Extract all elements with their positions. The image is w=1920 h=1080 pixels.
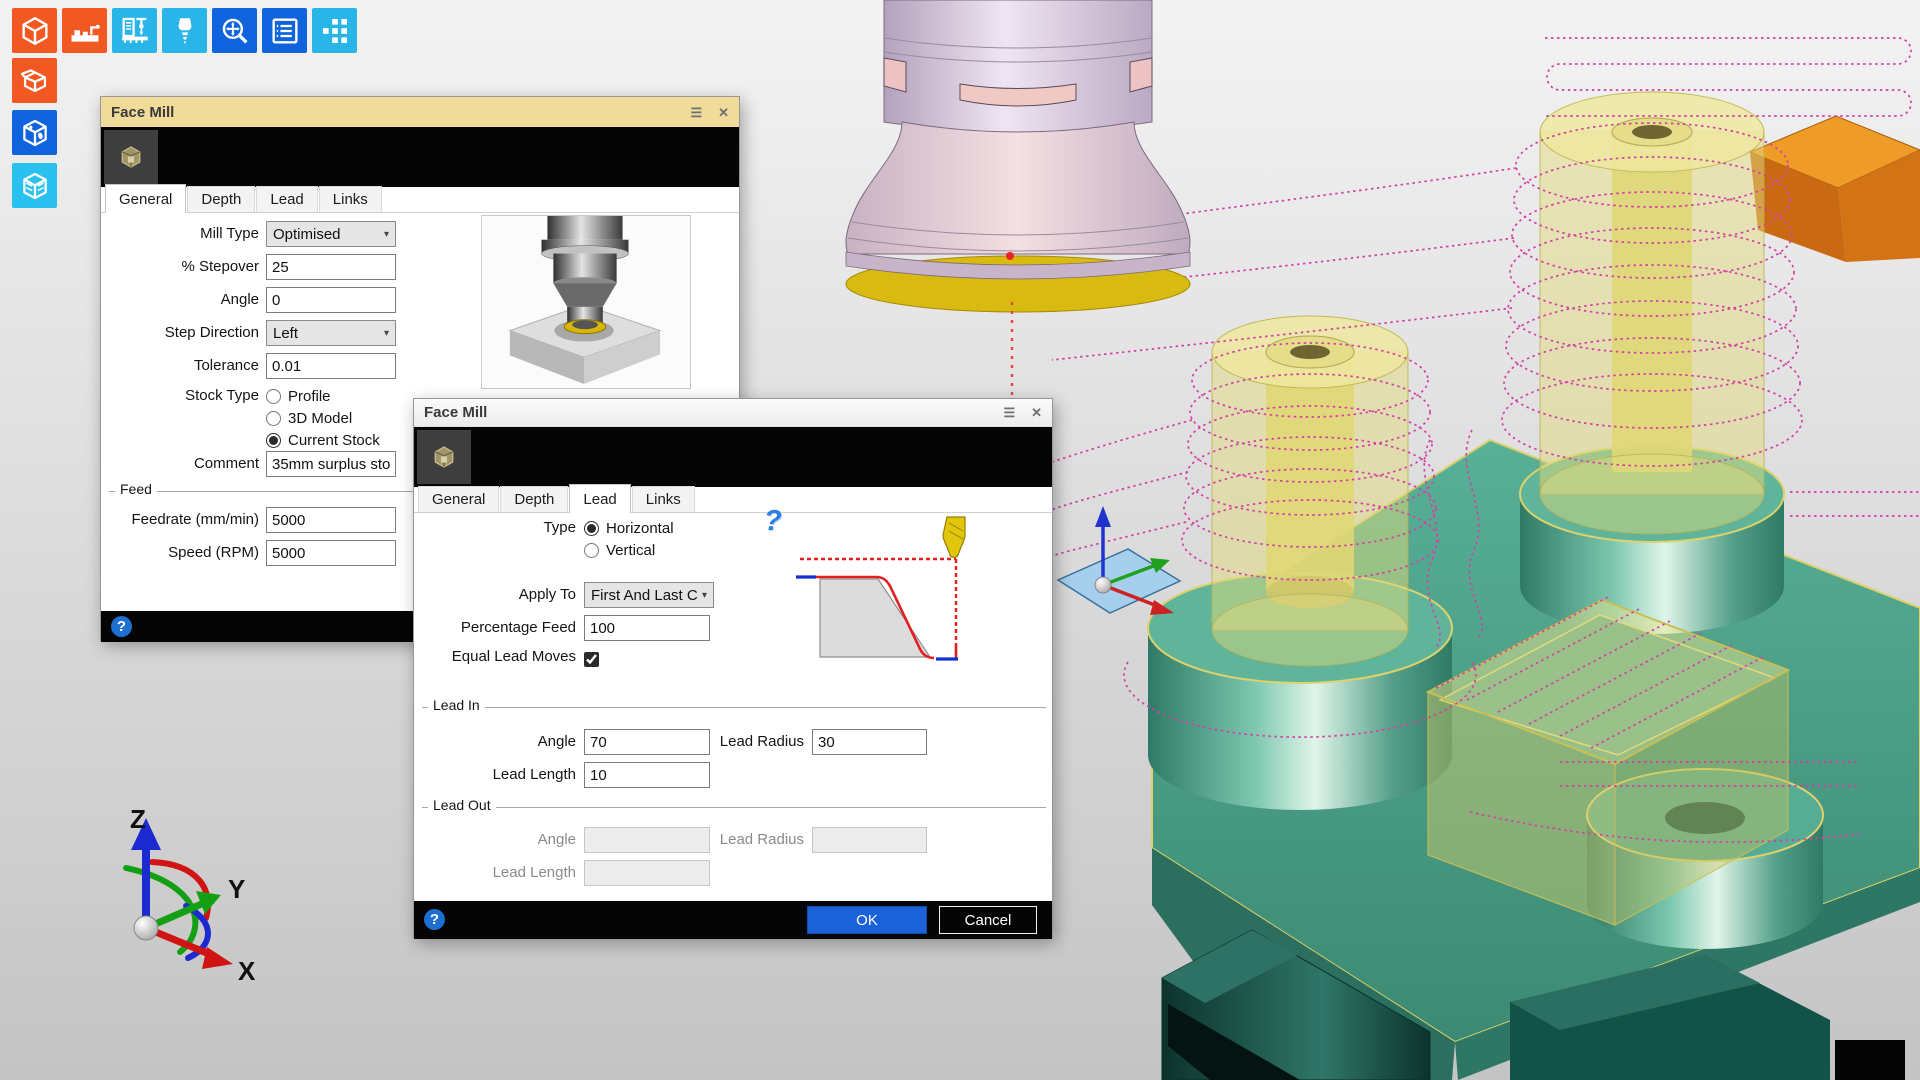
chevron-down-icon: ▾ <box>698 590 707 601</box>
lead-out-length-input <box>584 860 710 886</box>
lead-out-radius-label: Lead Radius <box>704 827 804 853</box>
dialog-toolstrip <box>101 127 739 187</box>
lead-in-groupbox: Lead In <box>422 707 1046 708</box>
simulate-cube-icon[interactable] <box>12 163 57 208</box>
zoom-pan-icon[interactable] <box>212 8 257 53</box>
tolerance-label: Tolerance <box>109 353 259 379</box>
mill-type-label: Mill Type <box>109 221 259 247</box>
speed-label: Speed (RPM) <box>101 540 259 566</box>
close-icon[interactable]: ✕ <box>1031 406 1042 419</box>
cad-model-icon[interactable] <box>12 8 57 53</box>
nesting-icon[interactable] <box>312 8 357 53</box>
mill-type-dropdown[interactable]: Optimised ▾ <box>266 221 396 247</box>
axis-label-z: Z <box>130 804 146 834</box>
help-icon[interactable]: ? <box>111 616 132 637</box>
lead-in-radius-input[interactable] <box>812 729 927 755</box>
tab-lead[interactable]: Lead <box>256 186 317 213</box>
dialog-tab-bar: General Depth Lead Links <box>105 187 383 213</box>
feedrate-input[interactable] <box>266 507 396 533</box>
tab-divider <box>101 212 739 213</box>
tab-links[interactable]: Links <box>632 486 695 513</box>
lead-type-label: Type <box>422 515 576 541</box>
equal-lead-moves-checkbox[interactable] <box>584 649 599 669</box>
lead-out-angle-label: Angle <box>422 827 576 853</box>
lead-out-radius-input <box>812 827 927 853</box>
lead-out-angle-input <box>584 827 710 853</box>
lead-out-groupbox: Lead Out <box>422 807 1046 808</box>
tab-general[interactable]: General <box>418 486 499 513</box>
stock-box-icon[interactable] <box>12 58 57 103</box>
step-direction-dropdown[interactable]: Left ▾ <box>266 320 396 346</box>
tab-links[interactable]: Links <box>319 186 382 213</box>
speed-input[interactable] <box>266 540 396 566</box>
angle-label: Angle <box>109 287 259 313</box>
percentage-feed-input[interactable] <box>584 615 710 641</box>
lead-out-length-label: Lead Length <box>422 860 576 886</box>
dialog-toolstrip <box>414 427 1052 487</box>
rollup-pin-icon[interactable]: ☰ <box>690 106 702 119</box>
lead-move-diagram <box>790 507 995 677</box>
rollup-pin-icon[interactable]: ☰ <box>1003 406 1015 419</box>
percentage-feed-label: Percentage Feed <box>422 615 576 641</box>
tab-general[interactable]: General <box>105 184 186 213</box>
stock-profile-radio[interactable]: Profile <box>266 386 331 406</box>
step-direction-label: Step Direction <box>109 320 259 346</box>
stepover-label: % Stepover <box>109 254 259 280</box>
operations-list-icon[interactable] <box>262 8 307 53</box>
axis-label-y: Y <box>228 874 245 904</box>
end-mill-icon <box>943 517 965 557</box>
tool-preview-image <box>481 215 691 389</box>
tool-thumbnail[interactable] <box>104 130 158 184</box>
tab-depth[interactable]: Depth <box>500 486 568 513</box>
dialog-tab-bar: General Depth Lead Links <box>418 487 696 513</box>
feedrate-label: Feedrate (mm/min) <box>101 507 259 533</box>
comment-input[interactable] <box>266 451 396 477</box>
dialog-titlebar[interactable]: Face Mill ☰ ✕ <box>414 399 1052 427</box>
lead-in-angle-label: Angle <box>422 729 576 755</box>
type-horizontal-radio[interactable]: Horizontal <box>584 518 674 538</box>
apply-to-dropdown[interactable]: First And Last C ▾ <box>584 582 714 608</box>
apply-to-label: Apply To <box>422 582 576 608</box>
tolerance-input[interactable] <box>266 353 396 379</box>
dialog-titlebar[interactable]: Face Mill ☰ ✕ <box>101 97 739 127</box>
stock-current-radio[interactable]: Current Stock <box>266 430 380 450</box>
equal-lead-moves-label: Equal Lead Moves <box>422 644 576 670</box>
angle-input[interactable] <box>266 287 396 313</box>
dialog-title: Face Mill <box>111 104 174 121</box>
lead-in-radius-label: Lead Radius <box>704 729 804 755</box>
tool-thumbnail[interactable] <box>417 430 471 484</box>
chevron-down-icon: ▾ <box>380 328 389 339</box>
close-icon[interactable]: ✕ <box>718 106 729 119</box>
chevron-down-icon: ▾ <box>380 229 389 240</box>
lead-in-length-input[interactable] <box>584 762 710 788</box>
type-vertical-radio[interactable]: Vertical <box>584 540 655 560</box>
ok-button[interactable]: OK <box>807 906 927 934</box>
help-question-icon[interactable]: ? <box>764 505 782 538</box>
tool-reference-dot <box>1006 252 1014 260</box>
solid-cube-icon[interactable] <box>12 110 57 155</box>
lead-in-angle-input[interactable] <box>584 729 710 755</box>
application-window: Z Y X <box>0 0 1920 1080</box>
face-mill-dialog-lead[interactable]: Face Mill ☰ ✕ General Depth Lead Links T… <box>413 398 1053 938</box>
dialog-title: Face Mill <box>424 404 487 421</box>
tab-depth[interactable]: Depth <box>187 186 255 213</box>
help-icon[interactable]: ? <box>424 909 445 930</box>
axis-label-x: X <box>238 956 256 986</box>
stock-type-label: Stock Type <box>109 383 259 409</box>
cancel-button[interactable]: Cancel <box>939 906 1037 934</box>
machining-setup-icon[interactable] <box>62 8 107 53</box>
cnc-machine-icon[interactable] <box>112 8 157 53</box>
tool-holder-icon[interactable] <box>162 8 207 53</box>
stock-3dmodel-radio[interactable]: 3D Model <box>266 408 352 428</box>
tab-lead[interactable]: Lead <box>569 484 630 513</box>
comment-label: Comment <box>109 451 259 477</box>
stepover-input[interactable] <box>266 254 396 280</box>
lead-in-length-label: Lead Length <box>422 762 576 788</box>
